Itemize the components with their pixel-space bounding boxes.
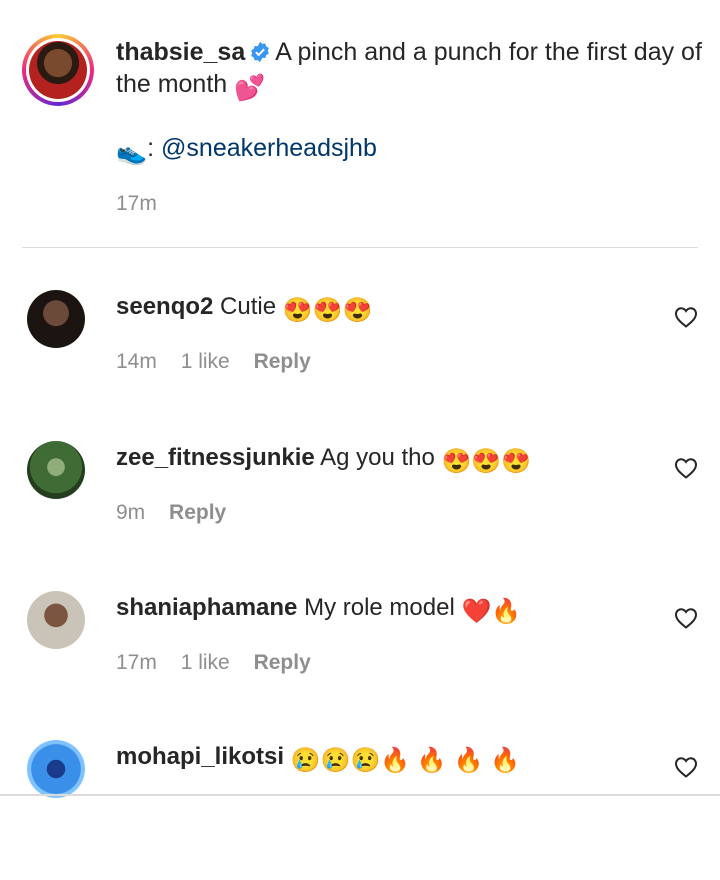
avatar[interactable] [27,290,85,348]
comment-username[interactable]: zee_fitnessjunkie [116,444,315,471]
post-caption: thabsie_sa A pinch and a punch for the fi… [0,0,720,250]
comment-item: mohapi_likotsi 😢😢😢🔥 🔥 🔥 🔥 [0,740,720,880]
like-count[interactable]: 1 like [181,651,230,674]
divider [22,247,698,248]
heart-fire-emoji: ❤️🔥 [461,598,522,625]
heart-eyes-emoji: 😍😍😍 [441,448,532,475]
comment-timestamp: 17m [116,651,157,674]
comment-text: shaniaphamane My role model ❤️🔥 [116,593,521,627]
comment-body: Ag you tho [320,444,435,471]
comment-username[interactable]: seenqo2 [116,293,213,320]
avatar[interactable] [22,34,94,106]
comment-meta: 17m 1 like Reply [116,651,329,675]
comment-body: Cutie [220,293,277,320]
like-heart-icon[interactable] [674,607,698,629]
reply-button[interactable]: Reply [254,651,311,674]
heart-eyes-emoji: 😍😍😍 [282,297,373,324]
verified-badge-icon [251,41,270,63]
comment-text: seenqo2 Cutie 😍😍😍 [116,292,372,326]
caption-username[interactable]: thabsie_sa [116,38,245,66]
comment-timestamp: 9m [116,501,146,524]
comment-text: zee_fitnessjunkie Ag you tho 😍😍😍 [116,443,531,477]
comment-body: My role model [304,594,455,621]
caption-timestamp: 17m [116,192,157,215]
caption-credit: 👟: @sneakerheadsjhb [116,132,377,168]
like-heart-icon[interactable] [674,306,698,328]
caption-text: thabsie_sa A pinch and a punch for the fi… [116,36,706,104]
credit-separator: : [147,134,155,162]
avatar[interactable] [27,740,85,798]
comment-username[interactable]: shaniaphamane [116,594,297,621]
comment-meta: 14m 1 like Reply [116,350,329,374]
comment-text: mohapi_likotsi 😢😢😢🔥 🔥 🔥 🔥 [116,742,520,776]
comment-meta: 9m Reply [116,501,244,525]
sneaker-icon: 👟 [116,138,148,166]
comment-item: zee_fitnessjunkie Ag you tho 😍😍😍 9m Repl… [0,441,720,581]
hearts-emoji: 💕 [234,74,266,102]
like-heart-icon[interactable] [674,756,698,778]
avatar[interactable] [27,591,85,649]
mention-link[interactable]: @sneakerheadsjhb [161,134,377,162]
comment-username[interactable]: mohapi_likotsi [116,743,284,770]
like-heart-icon[interactable] [674,457,698,479]
comment-item: seenqo2 Cutie 😍😍😍 14m 1 like Reply [0,290,720,430]
reply-button[interactable]: Reply [169,501,226,524]
comment-timestamp: 14m [116,350,157,373]
like-count[interactable]: 1 like [181,350,230,373]
comment-item: shaniaphamane My role model ❤️🔥 17m 1 li… [0,591,720,731]
avatar[interactable] [27,441,85,499]
avatar-photo [29,41,87,99]
crying-fire-emoji: 😢😢😢🔥 🔥 🔥 🔥 [290,747,520,774]
reply-button[interactable]: Reply [254,350,311,373]
